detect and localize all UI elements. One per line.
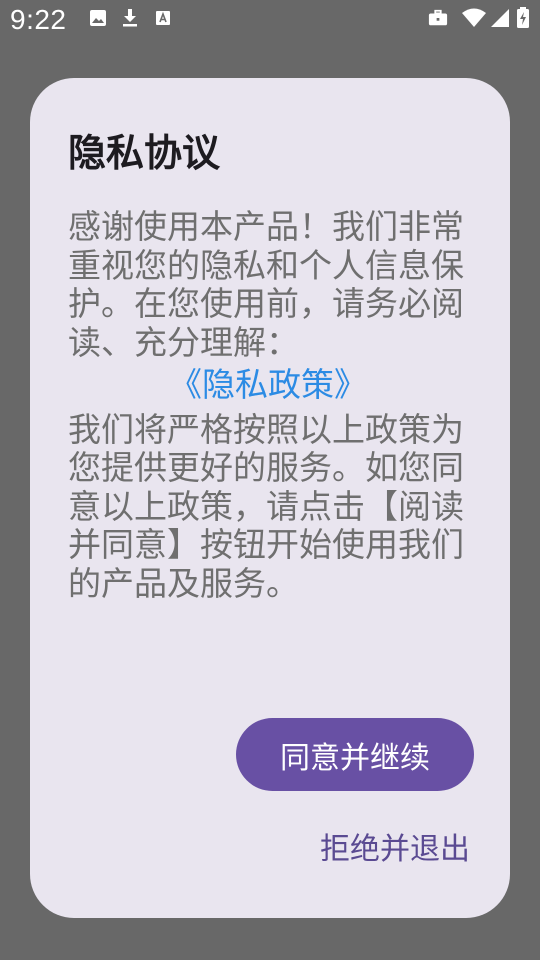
signal-icon bbox=[490, 8, 510, 28]
briefcase-icon bbox=[428, 8, 448, 28]
wifi-icon bbox=[461, 8, 487, 28]
dialog-intro-text: 感谢使用本产品！我们非常重视您的隐私和个人信息保护。在您使用前，请务必阅读、充分… bbox=[68, 207, 464, 362]
status-time: 9:22 bbox=[10, 4, 67, 35]
decline-exit-button[interactable]: 拒绝并退出 bbox=[280, 820, 470, 872]
dialog-outro-text: 我们将严格按照以上政策为您提供更好的服务。如您同意以上政策，请点击【阅读并同意】… bbox=[68, 409, 464, 603]
privacy-policy-link[interactable]: 《隐私政策》 bbox=[68, 365, 468, 405]
battery-charging-icon bbox=[514, 7, 532, 28]
image-icon bbox=[88, 8, 108, 28]
agree-continue-button[interactable]: 同意并继续 bbox=[236, 718, 474, 791]
status-bar: 9:22 bbox=[0, 0, 540, 48]
dialog-body: 感谢使用本产品！我们非常重视您的隐私和个人信息保护。在您使用前，请务必阅读、充分… bbox=[68, 207, 468, 603]
privacy-dialog: 隐私协议 感谢使用本产品！我们非常重视您的隐私和个人信息保护。在您使用前，请务必… bbox=[30, 78, 510, 918]
dialog-title: 隐私协议 bbox=[68, 131, 221, 175]
font-icon bbox=[153, 8, 173, 28]
download-icon bbox=[120, 8, 140, 28]
